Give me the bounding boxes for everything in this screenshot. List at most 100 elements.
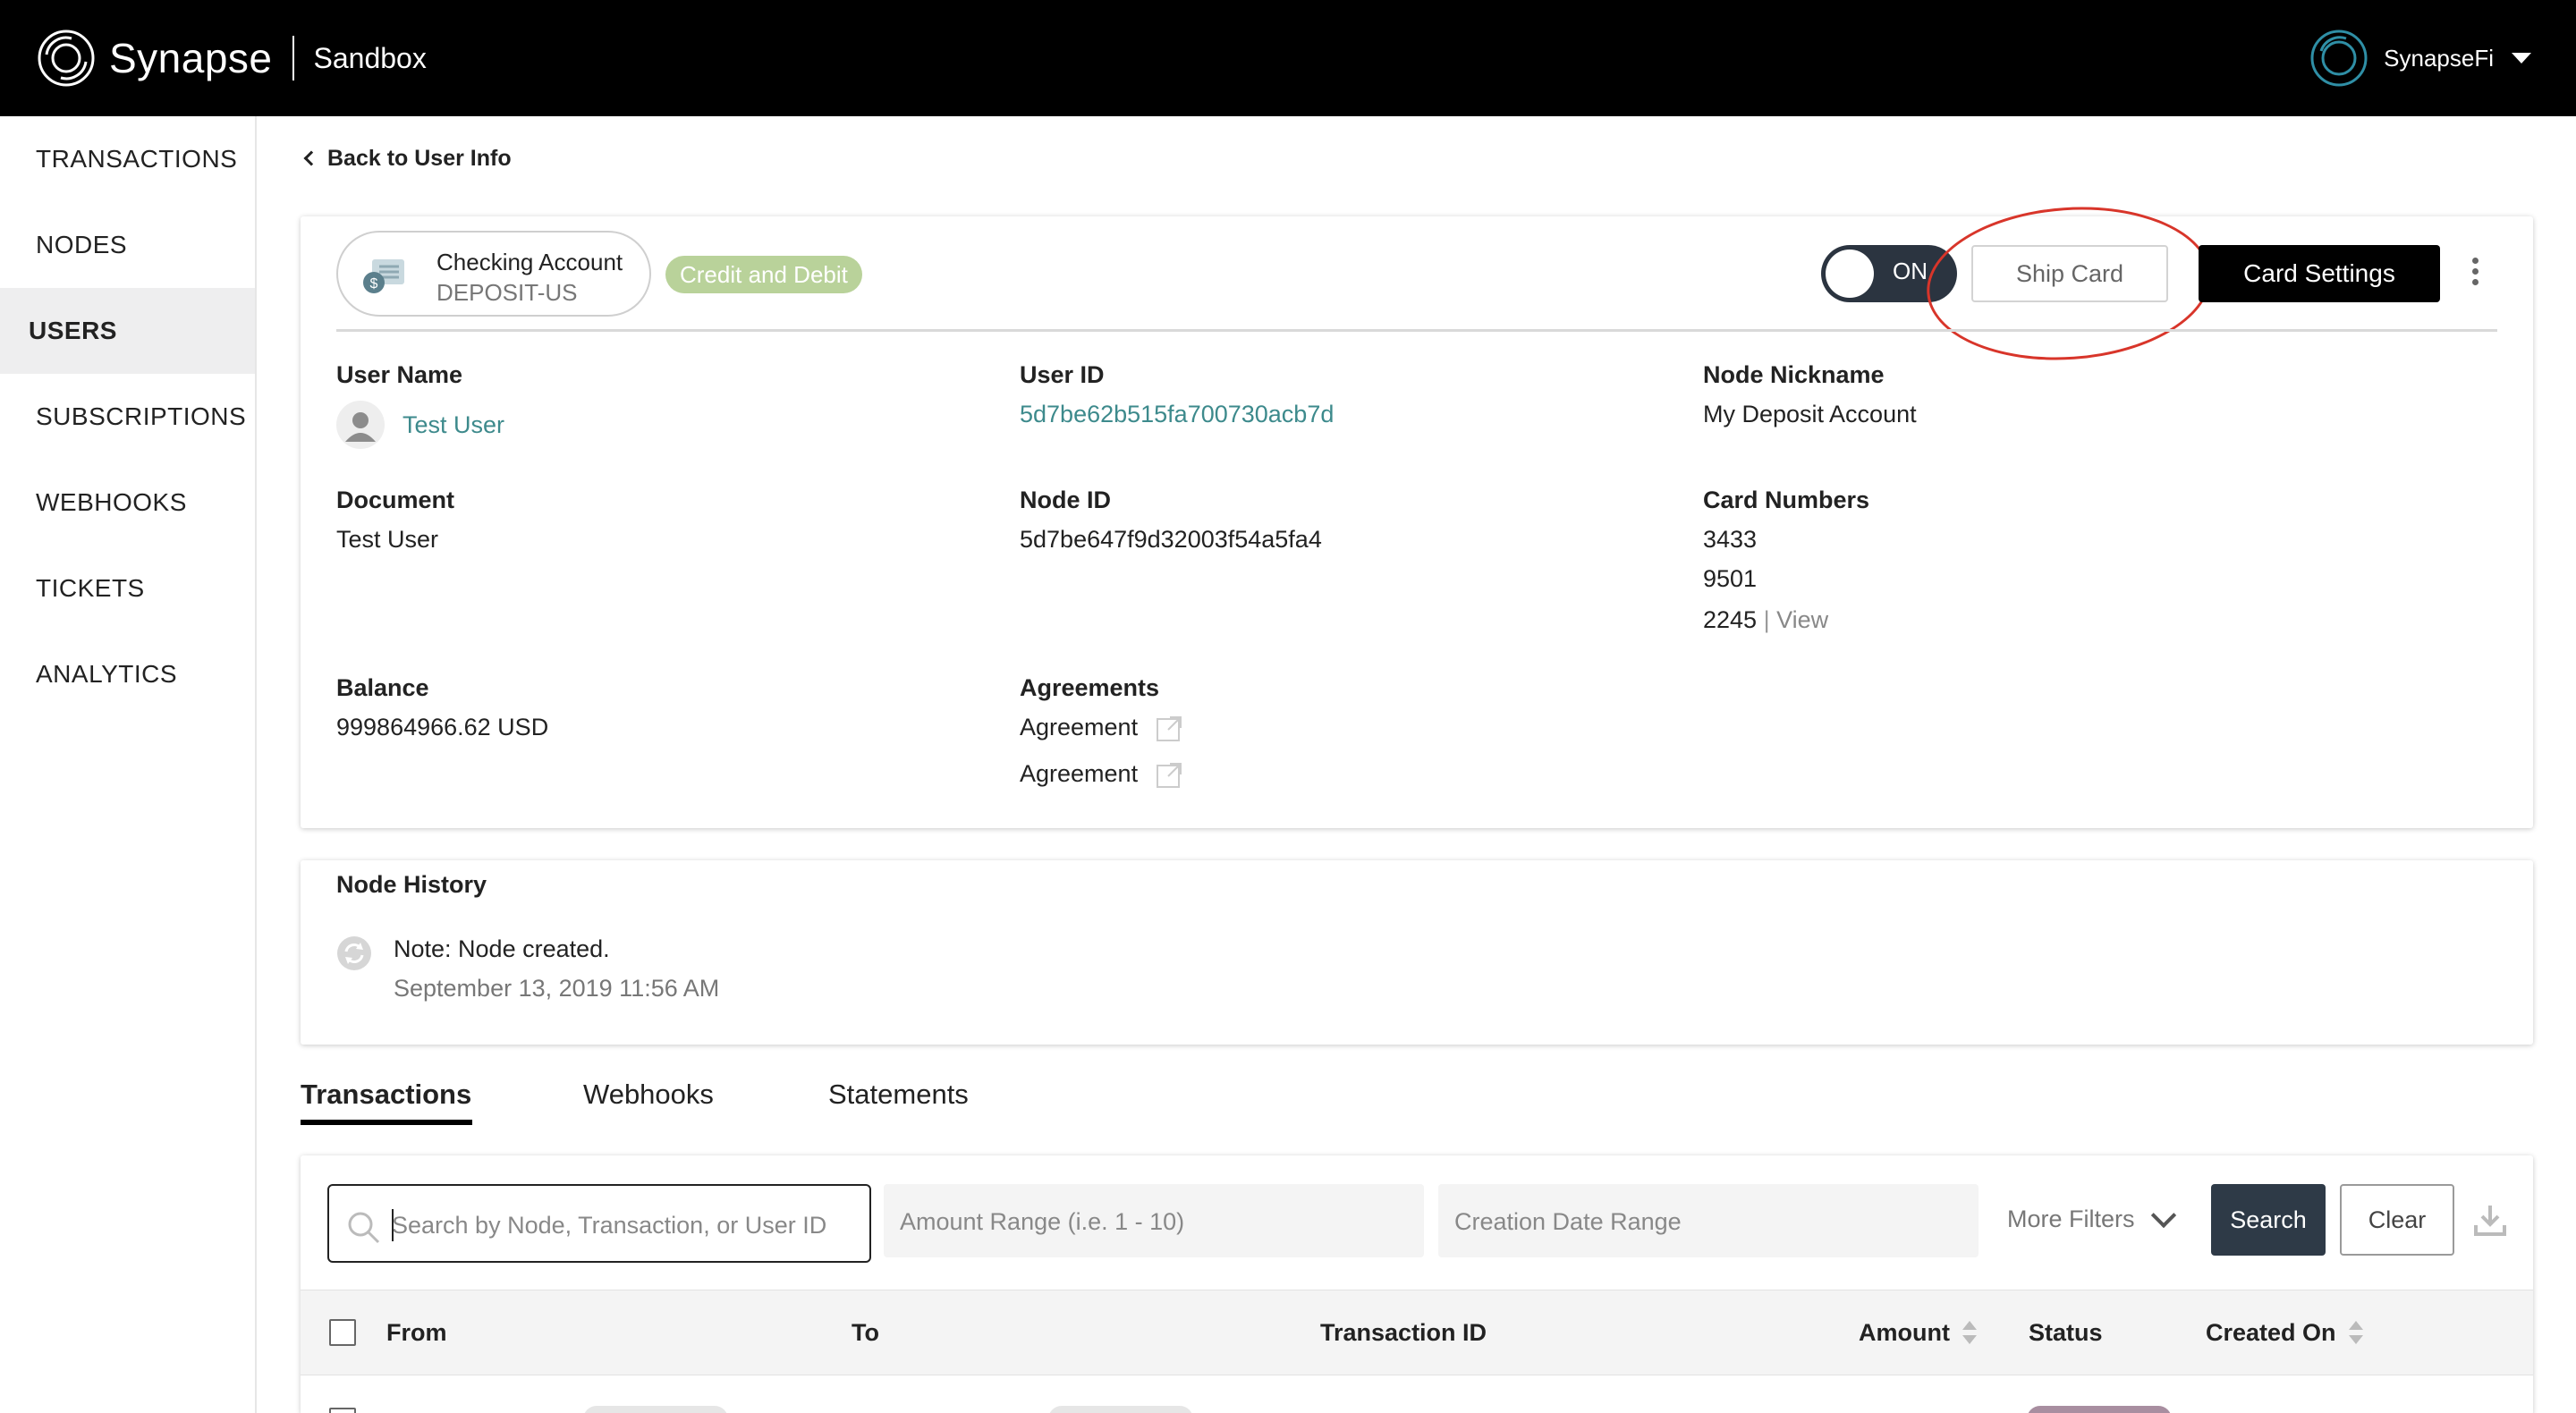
agreement-link[interactable]: Agreement bbox=[1020, 714, 1138, 741]
column-header-status[interactable]: Status bbox=[2029, 1319, 2103, 1347]
balance-label: Balance bbox=[336, 674, 429, 701]
back-link-label: Back to User Info bbox=[327, 145, 512, 171]
active-tab-indicator bbox=[301, 1120, 472, 1125]
card-number: 3433 bbox=[1703, 526, 1758, 553]
card-number: 2245 bbox=[1703, 606, 1758, 633]
column-header-to[interactable]: To bbox=[852, 1319, 879, 1347]
sidebar-item-nodes[interactable]: NODES bbox=[0, 202, 255, 288]
transactions-panel: More Filters Search Clear From To Transa… bbox=[301, 1155, 2533, 1413]
balance-value: 999864966.62 USD bbox=[336, 714, 549, 740]
agreements-label: Agreements bbox=[1020, 674, 1160, 701]
more-filters-dropdown[interactable]: More Filters bbox=[2007, 1202, 2176, 1233]
user-id-link[interactable]: 5d7be62b515fa700730acb7d bbox=[1020, 401, 1334, 428]
node-type-pill bbox=[1048, 1406, 1193, 1413]
brand-name: Synapse bbox=[109, 35, 273, 81]
document-label: Document bbox=[336, 487, 455, 513]
external-link-icon[interactable] bbox=[1156, 715, 1182, 742]
brand-divider bbox=[292, 36, 294, 80]
search-button[interactable]: Search bbox=[2211, 1184, 2326, 1256]
column-header-amount[interactable]: Amount bbox=[1859, 1319, 1977, 1347]
select-all-checkbox[interactable] bbox=[329, 1319, 356, 1346]
annotation-circle bbox=[1921, 198, 2216, 369]
toggle-label: ON bbox=[1893, 258, 1928, 284]
status-badge bbox=[2027, 1406, 2172, 1413]
clear-button[interactable]: Clear bbox=[2340, 1184, 2454, 1256]
node-details-card: $ Checking Account DEPOSIT-US Credit and… bbox=[301, 198, 2533, 828]
account-type: Checking Account bbox=[436, 249, 623, 275]
card-number: 9501 bbox=[1703, 565, 1758, 592]
search-box[interactable] bbox=[327, 1184, 871, 1263]
toggle-knob bbox=[1826, 250, 1874, 298]
node-id-label: Node ID bbox=[1020, 487, 1112, 513]
chevron-left-icon bbox=[303, 150, 319, 166]
card-numbers-label: Card Numbers bbox=[1703, 487, 1870, 513]
bank-account-icon: $ bbox=[363, 259, 404, 293]
account-type-pill: $ Checking Account DEPOSIT-US bbox=[336, 231, 651, 317]
user-name-link[interactable]: Test User bbox=[402, 411, 504, 439]
node-id-value: 5d7be647f9d32003f54a5fa4 bbox=[1020, 526, 1322, 553]
more-options-icon[interactable] bbox=[2469, 258, 2481, 290]
amount-range-box[interactable] bbox=[884, 1184, 1424, 1257]
creation-date-range-input[interactable] bbox=[1454, 1206, 1955, 1238]
account-name: SynapseFi bbox=[2384, 44, 2494, 72]
external-link-icon[interactable] bbox=[1156, 762, 1182, 789]
chevron-down-icon bbox=[2150, 1202, 2176, 1228]
sidebar-item-users[interactable]: USERS bbox=[0, 288, 255, 374]
history-date: September 13, 2019 11:56 AM bbox=[394, 975, 720, 1002]
search-input[interactable] bbox=[392, 1209, 857, 1241]
column-header-transaction-id[interactable]: Transaction ID bbox=[1320, 1319, 1487, 1347]
table-row[interactable] bbox=[301, 1395, 2533, 1413]
card-type-badge: Credit and Debit bbox=[665, 256, 862, 293]
synapse-logo-icon bbox=[38, 30, 95, 87]
tab-statements[interactable]: Statements bbox=[828, 1079, 969, 1111]
account-avatar-icon bbox=[2310, 30, 2368, 87]
column-header-created-on-label: Created On bbox=[2206, 1319, 2336, 1346]
user-avatar-icon bbox=[336, 401, 385, 449]
account-subtype: DEPOSIT-US bbox=[436, 279, 578, 306]
date-range-box[interactable] bbox=[1438, 1184, 1979, 1257]
user-id-label: User ID bbox=[1020, 361, 1105, 388]
account-menu[interactable]: SynapseFi bbox=[2309, 27, 2531, 89]
back-to-user-info-link[interactable]: Back to User Info bbox=[302, 143, 512, 173]
chevron-down-icon bbox=[2512, 53, 2531, 63]
brand[interactable]: Synapse Sandbox bbox=[36, 27, 427, 89]
user-name-label: User Name bbox=[336, 361, 463, 388]
download-icon[interactable] bbox=[2472, 1202, 2508, 1238]
text-cursor bbox=[392, 1209, 394, 1241]
row-checkbox[interactable] bbox=[329, 1408, 356, 1413]
sidebar-item-analytics[interactable]: ANALYTICS bbox=[0, 631, 255, 717]
sort-icon[interactable] bbox=[2348, 1320, 2363, 1346]
card-divider bbox=[336, 329, 2497, 332]
agreement-link[interactable]: Agreement bbox=[1020, 760, 1138, 788]
sidebar-item-subscriptions[interactable]: SUBSCRIPTIONS bbox=[0, 374, 255, 460]
tab-webhooks[interactable]: Webhooks bbox=[583, 1079, 714, 1111]
node-nickname-label: Node Nickname bbox=[1703, 361, 1885, 388]
card-settings-button[interactable]: Card Settings bbox=[2199, 245, 2440, 302]
node-type-pill bbox=[583, 1406, 728, 1413]
column-header-created-on[interactable]: Created On bbox=[2206, 1319, 2363, 1347]
sidebar-item-transactions[interactable]: TRANSACTIONS bbox=[0, 116, 255, 202]
sidebar-item-tickets[interactable]: TICKETS bbox=[0, 546, 255, 631]
node-history-title: Node History bbox=[336, 871, 487, 898]
column-header-amount-label: Amount bbox=[1859, 1319, 1950, 1346]
card-number-row: 2245 | View bbox=[1703, 606, 1828, 634]
search-icon bbox=[348, 1212, 380, 1244]
refresh-icon bbox=[337, 936, 371, 970]
sidebar-item-webhooks[interactable]: WEBHOOKS bbox=[0, 460, 255, 546]
history-note: Note: Node created. bbox=[394, 935, 610, 962]
card-number-separator: | bbox=[1763, 606, 1770, 633]
environment-label: Sandbox bbox=[313, 41, 427, 74]
table-header: From To Transaction ID Amount Status Cre… bbox=[301, 1290, 2533, 1375]
node-nickname-value: My Deposit Account bbox=[1703, 401, 1917, 427]
amount-range-input[interactable] bbox=[900, 1206, 1401, 1238]
node-history-card: Node History Note: Node created. Septemb… bbox=[301, 860, 2533, 1045]
sidebar: TRANSACTIONS NODES USERS SUBSCRIPTIONS W… bbox=[0, 116, 257, 1413]
tab-transactions[interactable]: Transactions bbox=[301, 1079, 471, 1111]
column-header-from[interactable]: From bbox=[386, 1319, 447, 1347]
top-bar: Synapse Sandbox SynapseFi bbox=[0, 0, 2576, 116]
view-card-link[interactable]: View bbox=[1776, 606, 1828, 633]
sort-icon[interactable] bbox=[1962, 1320, 1977, 1346]
more-filters-label: More Filters bbox=[2007, 1206, 2135, 1232]
document-value: Test User bbox=[336, 526, 439, 553]
svg-text:$: $ bbox=[370, 276, 378, 292]
